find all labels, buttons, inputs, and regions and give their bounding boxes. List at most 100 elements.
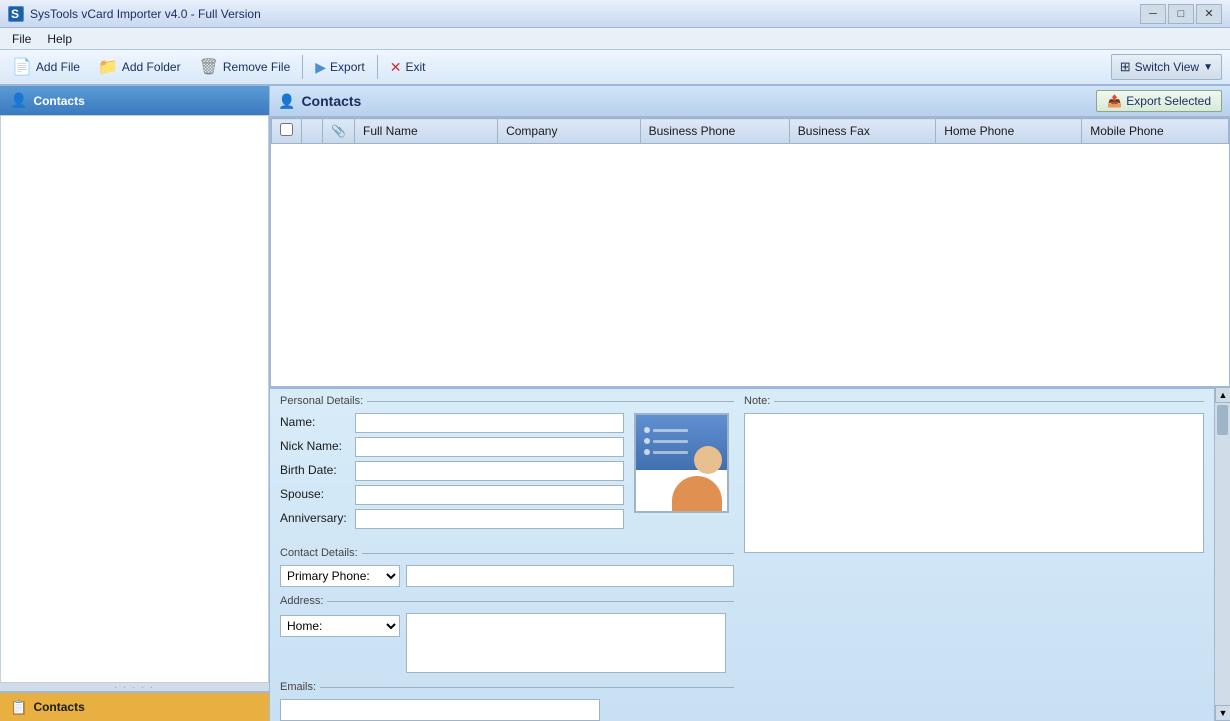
switch-view-icon: ⊞ bbox=[1120, 59, 1131, 75]
address-section: Address: Home: Work: Other: bbox=[280, 595, 734, 673]
export-selected-button[interactable]: 📤 Export Selected bbox=[1096, 90, 1222, 112]
add-folder-button[interactable]: 📁 Add Folder bbox=[90, 53, 189, 81]
card-dot-1 bbox=[644, 427, 650, 433]
two-col-details: Personal Details: Name: Nick Name: Birth… bbox=[280, 395, 1204, 721]
scroll-track bbox=[1215, 403, 1230, 705]
anniversary-label: Anniversary: bbox=[280, 509, 347, 529]
emails-input[interactable] bbox=[280, 699, 600, 721]
window-title: SysTools vCard Importer v4.0 - Full Vers… bbox=[30, 7, 261, 21]
col-type-icon bbox=[302, 119, 323, 144]
add-folder-label: Add Folder bbox=[122, 60, 181, 74]
details-scrollbar: ▲ ▼ bbox=[1214, 387, 1230, 721]
emails-row bbox=[280, 699, 734, 721]
contact-card-wrapper bbox=[634, 413, 734, 539]
sidebar-footer-label: Contacts bbox=[33, 700, 84, 714]
phone-row: Primary Phone: Home Phone Work Phone Mob… bbox=[280, 565, 734, 587]
personal-fields: Name: Nick Name: Birth Date: Spouse: bbox=[280, 413, 624, 539]
avatar-body bbox=[672, 476, 722, 511]
contact-card bbox=[634, 413, 729, 513]
col-home-phone[interactable]: Home Phone bbox=[936, 119, 1082, 144]
col-mobile-phone[interactable]: Mobile Phone bbox=[1082, 119, 1229, 144]
add-file-button[interactable]: 📄 Add File bbox=[4, 53, 88, 81]
birthdate-label: Birth Date: bbox=[280, 461, 347, 481]
address-type-select[interactable]: Home: Work: Other: bbox=[280, 615, 400, 637]
menu-file[interactable]: File bbox=[4, 30, 39, 48]
contact-details-title: Contact Details: bbox=[280, 547, 734, 559]
scroll-up-button[interactable]: ▲ bbox=[1215, 387, 1230, 403]
sidebar-contacts-icon: 👤 bbox=[10, 92, 27, 109]
table-header-row: 📎 Full Name Company Business Phone Busi bbox=[272, 119, 1229, 144]
name-input[interactable] bbox=[355, 413, 624, 433]
add-file-icon: 📄 bbox=[12, 57, 32, 77]
personal-with-card: Name: Nick Name: Birth Date: Spouse: bbox=[280, 413, 734, 539]
sidebar-footer: 📋 Contacts bbox=[0, 691, 269, 721]
avatar-head bbox=[694, 446, 722, 474]
remove-file-icon: 🗑 bbox=[199, 57, 219, 77]
sidebar-footer-icon: 📋 bbox=[10, 699, 27, 716]
nickname-input[interactable] bbox=[355, 437, 624, 457]
phone-input[interactable] bbox=[406, 565, 734, 587]
col-business-phone[interactable]: Business Phone bbox=[640, 119, 789, 144]
spouse-input[interactable] bbox=[355, 485, 624, 505]
col-attachment: 📎 bbox=[323, 119, 355, 144]
address-textarea[interactable] bbox=[406, 613, 726, 673]
left-details: Personal Details: Name: Nick Name: Birth… bbox=[280, 395, 734, 721]
col-company[interactable]: Company bbox=[498, 119, 640, 144]
personal-details-title: Personal Details: bbox=[280, 395, 734, 407]
spouse-label: Spouse: bbox=[280, 485, 347, 505]
sidebar-header: 👤 Contacts bbox=[0, 86, 269, 115]
anniversary-input[interactable] bbox=[355, 509, 624, 529]
close-button[interactable]: ✕ bbox=[1196, 4, 1222, 24]
svg-text:S: S bbox=[11, 7, 19, 21]
export-label: Export bbox=[330, 60, 365, 74]
menubar: File Help bbox=[0, 28, 1230, 50]
export-selected-label: Export Selected bbox=[1126, 94, 1211, 108]
name-label: Name: bbox=[280, 413, 347, 433]
minimize-button[interactable]: ─ bbox=[1140, 4, 1166, 24]
contacts-table: 📎 Full Name Company Business Phone Busi bbox=[271, 118, 1229, 144]
sidebar-content bbox=[0, 115, 269, 683]
toolbar-separator-2 bbox=[377, 55, 378, 79]
contact-details-section: Contact Details: Primary Phone: Home Pho… bbox=[280, 547, 734, 587]
exit-button[interactable]: ✕ Exit bbox=[382, 55, 434, 80]
window-controls: ─ □ ✕ bbox=[1140, 4, 1222, 24]
remove-file-label: Remove File bbox=[223, 60, 290, 74]
sidebar: 👤 Contacts · · · · · 📋 Contacts bbox=[0, 86, 270, 721]
note-textarea[interactable] bbox=[744, 413, 1204, 553]
add-folder-icon: 📁 bbox=[98, 57, 118, 77]
switch-view-chevron-icon: ▼ bbox=[1203, 62, 1213, 73]
scroll-thumb[interactable] bbox=[1217, 405, 1228, 435]
birthdate-input[interactable] bbox=[355, 461, 624, 481]
menu-help[interactable]: Help bbox=[39, 30, 80, 48]
export-button[interactable]: ▶ Export bbox=[307, 55, 372, 80]
right-details: Note: bbox=[744, 395, 1204, 721]
content-header-left: 👤 Contacts bbox=[278, 93, 361, 110]
address-row: Home: Work: Other: bbox=[280, 613, 734, 673]
phone-type-select[interactable]: Primary Phone: Home Phone Work Phone Mob… bbox=[280, 565, 400, 587]
sidebar-header-label: Contacts bbox=[33, 94, 84, 108]
switch-view-button[interactable]: ⊞ Switch View ▼ bbox=[1111, 54, 1222, 80]
remove-file-button[interactable]: 🗑 Remove File bbox=[191, 53, 299, 81]
address-title: Address: bbox=[280, 595, 734, 607]
switch-view-label: Switch View bbox=[1135, 60, 1199, 74]
contacts-table-wrapper: 📎 Full Name Company Business Phone Busi bbox=[270, 117, 1230, 387]
details-area: Personal Details: Name: Nick Name: Birth… bbox=[270, 387, 1230, 721]
sidebar-resize-handle[interactable]: · · · · · bbox=[0, 683, 269, 691]
titlebar: S SysTools vCard Importer v4.0 - Full Ve… bbox=[0, 0, 1230, 28]
col-business-fax[interactable]: Business Fax bbox=[789, 119, 935, 144]
col-checkbox[interactable] bbox=[272, 119, 302, 144]
avatar-figure bbox=[636, 442, 727, 511]
col-fullname[interactable]: Full Name bbox=[354, 119, 497, 144]
export-selected-icon: 📤 bbox=[1107, 94, 1122, 108]
maximize-button[interactable]: □ bbox=[1168, 4, 1194, 24]
add-file-label: Add File bbox=[36, 60, 80, 74]
contacts-panel-title: Contacts bbox=[301, 93, 361, 109]
titlebar-left: S SysTools vCard Importer v4.0 - Full Ve… bbox=[8, 6, 261, 22]
contacts-panel-icon: 👤 bbox=[278, 93, 295, 110]
export-icon: ▶ bbox=[315, 59, 326, 76]
main-layout: 👤 Contacts · · · · · 📋 Contacts 👤 Contac… bbox=[0, 86, 1230, 721]
app-icon: S bbox=[8, 6, 24, 22]
details-panel: Personal Details: Name: Nick Name: Birth… bbox=[270, 387, 1214, 721]
select-all-checkbox[interactable] bbox=[280, 123, 293, 136]
scroll-down-button[interactable]: ▼ bbox=[1215, 705, 1230, 721]
